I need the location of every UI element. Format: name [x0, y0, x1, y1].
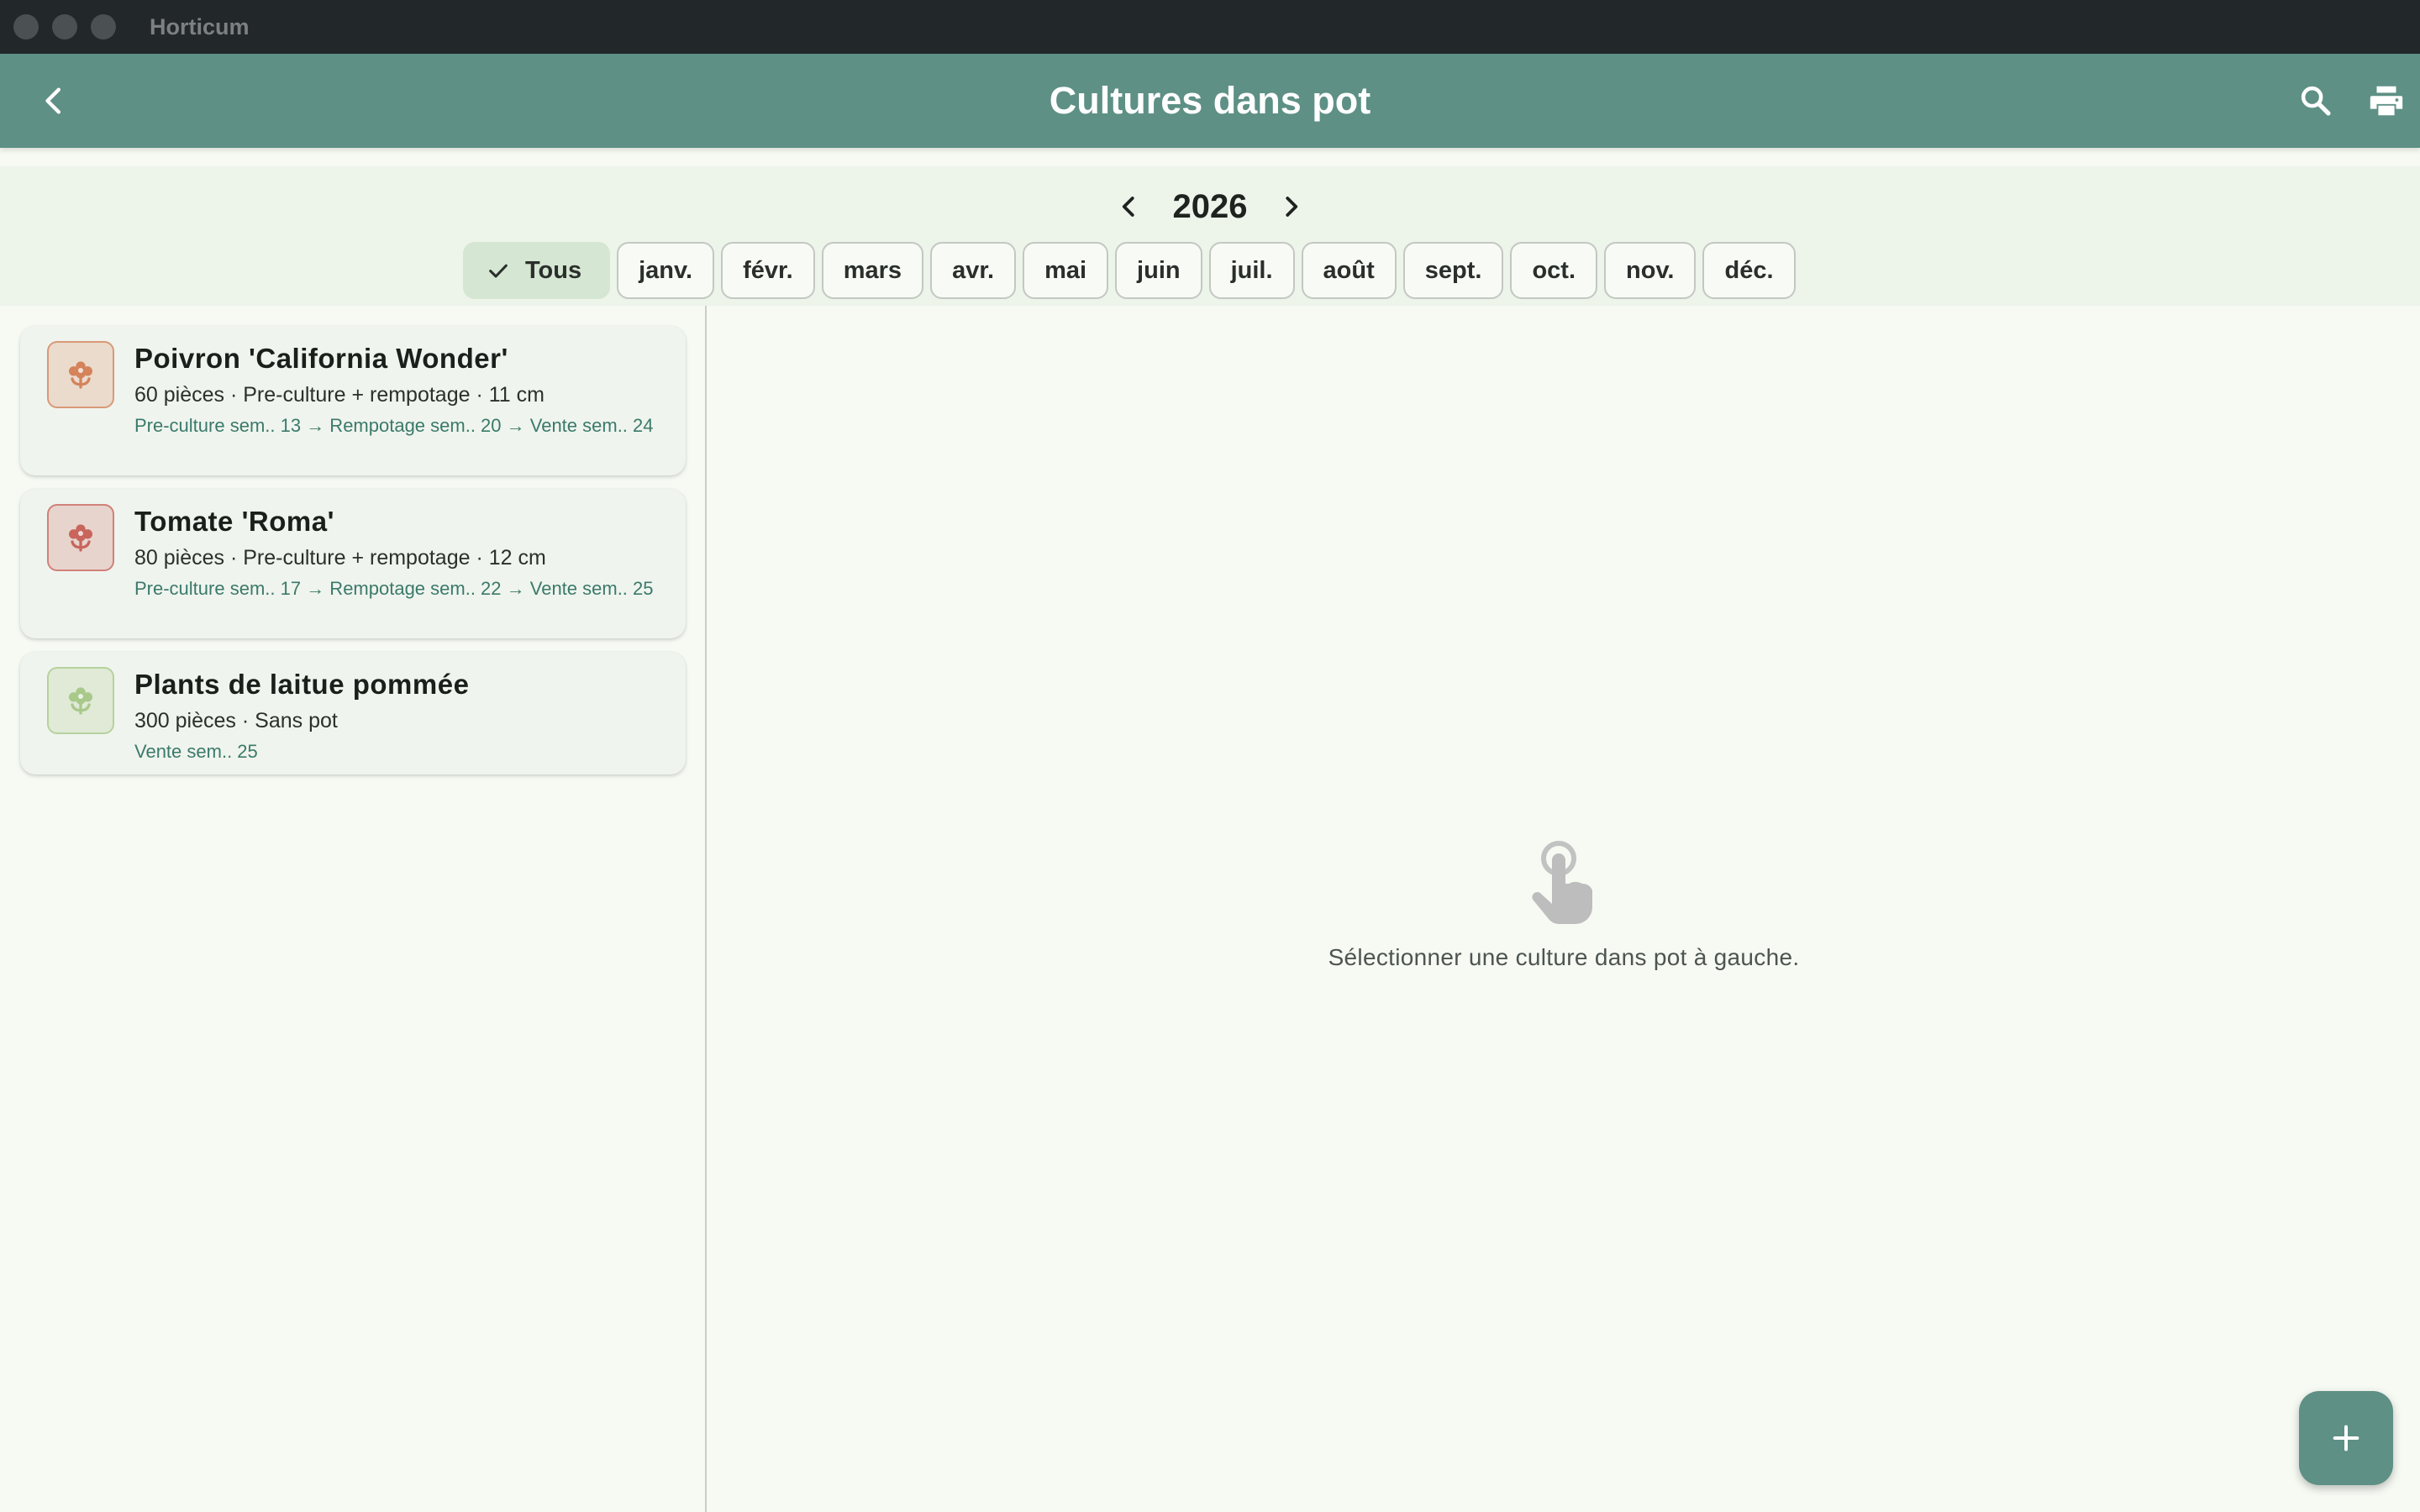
- plus-icon: [2333, 1425, 2360, 1452]
- culture-meta: 300 pièces · Sans pot: [134, 709, 338, 732]
- empty-state-message: Sélectionner une culture dans pot à gauc…: [1328, 944, 1800, 970]
- chip-april[interactable]: avr.: [930, 242, 1017, 299]
- back-button[interactable]: [29, 76, 79, 126]
- empty-state: Sélectionner une culture dans pot à gauc…: [708, 840, 2420, 971]
- previous-year-button[interactable]: [1109, 186, 1150, 227]
- chip-september[interactable]: sept.: [1402, 242, 1504, 299]
- zoom-window-button[interactable]: [91, 14, 116, 39]
- year-navigator: 2026: [0, 183, 2420, 230]
- search-icon: [2301, 86, 2331, 116]
- chip-august[interactable]: août: [1301, 242, 1397, 299]
- chevron-left-icon: [45, 87, 61, 114]
- month-filter-chips: Tous janv. févr. mars avr. mai juin juil…: [463, 242, 1796, 299]
- print-icon: [2370, 86, 2403, 116]
- chip-december[interactable]: déc.: [1702, 242, 1796, 299]
- window-controls: [13, 14, 116, 39]
- year-label: 2026: [1172, 187, 1248, 225]
- chip-february[interactable]: févr.: [721, 242, 815, 299]
- app-bar: Cultures dans pot: [0, 54, 2420, 148]
- chip-may[interactable]: mai: [1023, 242, 1109, 299]
- culture-schedule: Pre-culture sem.. 13 → Rempotage sem.. 2…: [134, 415, 654, 436]
- chevron-left-icon: [1122, 197, 1134, 217]
- next-year-button[interactable]: [1270, 186, 1311, 227]
- close-window-button[interactable]: [13, 14, 39, 39]
- filter-bar: 2026 Tous janv. févr. mars avr. mai juin…: [0, 166, 2420, 306]
- flower-icon: [47, 504, 114, 571]
- search-button[interactable]: [2291, 76, 2341, 126]
- culture-name: Tomate 'Roma': [134, 506, 334, 537]
- pane-divider: [705, 306, 707, 1512]
- culture-card[interactable]: Plants de laitue pommée 300 pièces · San…: [20, 652, 686, 774]
- flower-icon: [47, 341, 114, 408]
- page-title: Cultures dans pot: [1049, 79, 1371, 122]
- culture-schedule: Pre-culture sem.. 17 → Rempotage sem.. 2…: [134, 578, 654, 599]
- chip-label: Tous: [525, 256, 582, 284]
- chip-march[interactable]: mars: [821, 242, 924, 299]
- chip-october[interactable]: oct.: [1510, 242, 1598, 299]
- chip-january[interactable]: janv.: [617, 242, 715, 299]
- touch-hand-icon: [1532, 841, 1592, 924]
- culture-card[interactable]: Poivron 'California Wonder' 60 pièces · …: [20, 326, 686, 475]
- culture-schedule: Vente sem.. 25: [134, 741, 258, 762]
- chip-july[interactable]: juil.: [1208, 242, 1295, 299]
- culture-meta: 80 pièces · Pre-culture + rempotage · 12…: [134, 546, 546, 570]
- culture-list: Poivron 'California Wonder' 60 pièces · …: [0, 306, 706, 1512]
- title-bar: Horticum: [0, 0, 2420, 54]
- chip-november[interactable]: nov.: [1604, 242, 1697, 299]
- culture-card[interactable]: Tomate 'Roma' 80 pièces · Pre-culture + …: [20, 489, 686, 638]
- chevron-right-icon: [1286, 197, 1298, 217]
- culture-name: Poivron 'California Wonder': [134, 343, 508, 374]
- minimize-window-button[interactable]: [52, 14, 77, 39]
- flower-icon: [47, 667, 114, 734]
- culture-name: Plants de laitue pommée: [134, 669, 470, 700]
- app-window: Horticum Cultures dans pot 2026 Tous jan…: [0, 0, 2420, 1512]
- window-title: Horticum: [150, 13, 250, 39]
- chip-all[interactable]: Tous: [463, 242, 611, 299]
- add-culture-button[interactable]: [2299, 1391, 2393, 1485]
- check-icon: [489, 264, 508, 278]
- culture-meta: 60 pièces · Pre-culture + rempotage · 11…: [134, 383, 544, 407]
- chip-june[interactable]: juin: [1115, 242, 1202, 299]
- print-button[interactable]: [2361, 76, 2412, 126]
